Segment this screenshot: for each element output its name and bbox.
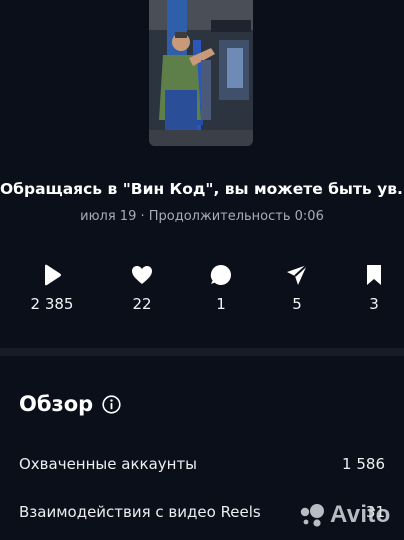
section-divider (0, 348, 404, 356)
stat-comments[interactable]: 1 (181, 263, 261, 313)
play-icon (12, 263, 92, 287)
plays-count: 2 385 (30, 295, 74, 313)
stat-saves[interactable]: 3 (334, 263, 404, 313)
likes-count: 22 (132, 295, 152, 313)
post-title: Обращаясь в "Вин Код", вы можете быть ув… (0, 180, 404, 198)
avito-logo-icon (300, 504, 324, 527)
post-meta: июля 19 · Продолжительность 0:06 (80, 209, 324, 224)
accounts-reached-label: Охваченные аккаунты (19, 455, 198, 473)
overview-header: Обзор (19, 392, 121, 416)
heart-icon (102, 263, 182, 287)
shares-count: 5 (292, 295, 302, 313)
stat-shares[interactable]: 5 (257, 263, 337, 313)
comment-icon (181, 263, 261, 287)
share-icon (257, 263, 337, 287)
accounts-reached-value: 1 586 (342, 455, 385, 473)
engagement-stats: 2 385 22 1 5 3 (0, 263, 404, 323)
avito-watermark: Avito (298, 500, 391, 530)
reels-interactions-label: Взаимодействия с видео Reels (19, 503, 261, 521)
reel-thumbnail[interactable] (149, 0, 253, 146)
saves-count: 3 (369, 295, 379, 313)
info-icon[interactable] (102, 394, 121, 414)
avito-watermark-text: Avito (330, 501, 391, 528)
bookmark-icon (334, 263, 404, 287)
comments-count: 1 (216, 295, 226, 313)
stat-likes[interactable]: 22 (102, 263, 182, 313)
overview-title: Обзор (19, 392, 94, 416)
mechanic-photo (149, 0, 253, 146)
stat-plays[interactable]: 2 385 (12, 263, 92, 313)
